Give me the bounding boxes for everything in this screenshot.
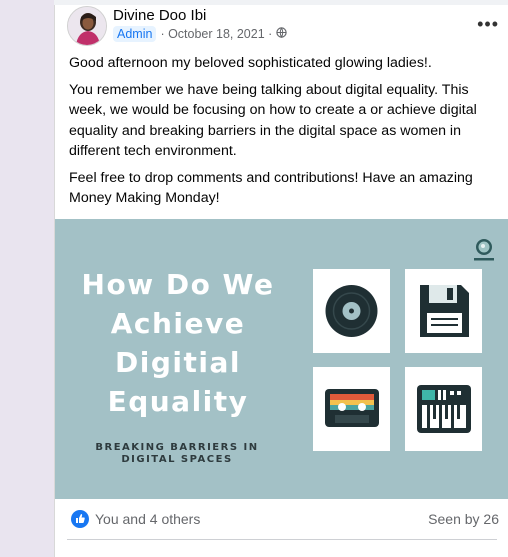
floppy-disk-icon	[405, 269, 482, 353]
post-paragraph: Good afternoon my beloved sophisticated …	[69, 55, 432, 71]
headline-line: Achieve	[110, 307, 246, 340]
post-meta: Admin · October 18, 2021 ·	[113, 26, 288, 42]
post-card: Divine Doo Ibi Admin · October 18, 2021 …	[54, 5, 508, 557]
banner-subtitle: BREAKING BARRIERS IN DIGITAL SPACES	[87, 442, 267, 466]
author-name[interactable]: Divine Doo Ibi	[113, 7, 206, 24]
footer-divider	[67, 539, 497, 540]
left-sidebar-strip	[0, 0, 54, 557]
post-header: Divine Doo Ibi Admin · October 18, 2021 …	[67, 5, 507, 53]
more-options-icon[interactable]: •••	[477, 14, 499, 35]
privacy-globe-icon	[276, 27, 288, 41]
vinyl-record-icon	[313, 269, 390, 353]
reaction-summary[interactable]: You and 4 others	[95, 511, 200, 527]
post-paragraph: You remember we have being talking about…	[69, 81, 477, 160]
admin-badge: Admin	[113, 26, 157, 42]
avatar[interactable]	[67, 6, 107, 46]
synthesizer-icon	[405, 367, 482, 451]
headline-line: Digitial	[115, 346, 241, 379]
avatar-image	[68, 7, 106, 45]
post-image[interactable]: How Do We Achieve Digitial Equality BREA…	[55, 219, 508, 499]
headline-line: How Do We	[81, 268, 275, 301]
like-reaction-icon[interactable]	[71, 510, 89, 528]
banner-headline: How Do We Achieve Digitial Equality	[67, 265, 289, 421]
cassette-tape-icon	[313, 367, 390, 451]
headline-line: Equality	[107, 385, 249, 418]
post-text: Good afternoon my beloved sophisticated …	[69, 53, 499, 215]
subtitle-line: BREAKING BARRIERS IN	[95, 442, 259, 453]
post-paragraph: Feel free to drop comments and contribut…	[69, 169, 473, 207]
post-date[interactable]: · October 18, 2021 ·	[160, 27, 272, 41]
seen-by-count[interactable]: Seen by 26	[428, 511, 499, 527]
globe-logo-icon	[473, 237, 495, 266]
reactions-bar: You and 4 others Seen by 26	[55, 499, 508, 537]
subtitle-line: DIGITAL SPACES	[121, 454, 233, 465]
